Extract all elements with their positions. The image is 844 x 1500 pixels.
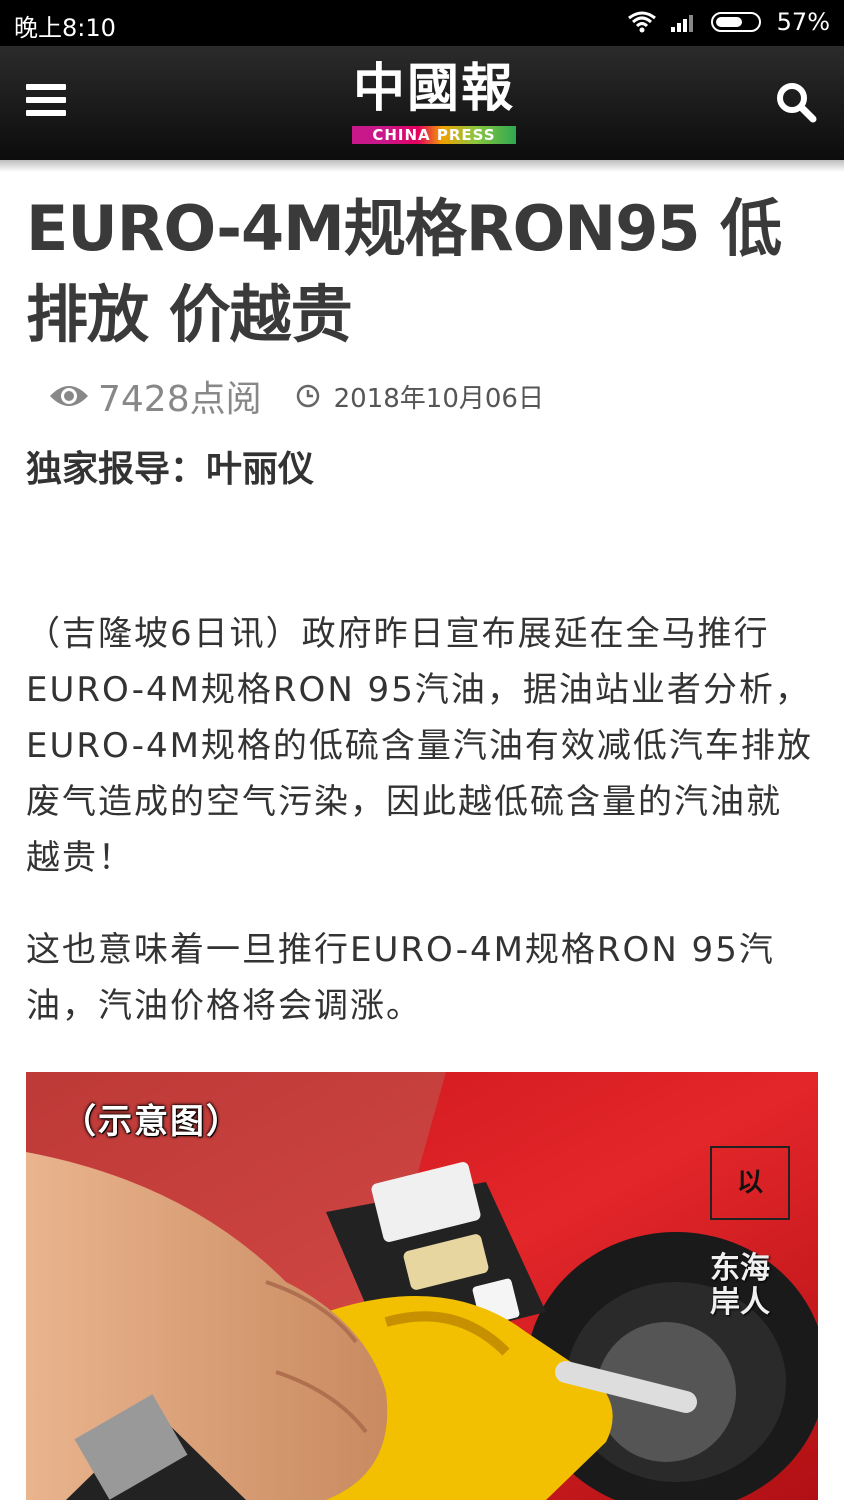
clock-icon — [296, 384, 319, 408]
article-image[interactable]: （示意图） 以 东海岸人 — [26, 1072, 818, 1500]
article-title: EURO-4M规格RON95 低排放 价越贵 — [26, 192, 782, 351]
battery-icon — [710, 12, 761, 32]
article-meta: 7428点阅 2018年10月06日 — [48, 370, 544, 422]
watermark-logo: 以 — [710, 1146, 790, 1220]
top-nav-bar: 中國報 CHINA PRESS — [0, 46, 844, 160]
article-paragraph: 这也意味着一旦推行EURO-4M规格RON 95汽油，汽油价格将会调涨。 — [26, 930, 775, 1026]
wifi-icon — [627, 11, 656, 33]
china-press-logo[interactable]: 中國報 CHINA PRESS — [350, 58, 518, 146]
header-shadow — [0, 160, 844, 172]
menu-icon[interactable] — [26, 84, 66, 120]
status-bar: 晚上8:10 57% — [0, 0, 844, 46]
byline: 独家报导：叶丽仪 — [26, 449, 315, 490]
logo-english-text: CHINA PRESS — [352, 126, 516, 144]
battery-percent: 57% — [776, 8, 830, 36]
publish-date: 2018年10月06日 — [333, 383, 544, 414]
status-time: 晚上8:10 — [14, 14, 116, 42]
logo-chinese-text: 中國報 — [352, 58, 515, 119]
article-paragraph: （吉隆坡6日讯）政府昨日宣布展延在全马推行EURO-4M规格RON 95汽油，据… — [26, 614, 813, 878]
search-icon[interactable] — [774, 80, 818, 124]
signal-icon — [670, 15, 693, 32]
eye-icon — [50, 386, 88, 406]
status-icons: 57% — [627, 8, 830, 36]
image-caption: （示意图） — [62, 1102, 242, 1142]
watermark-text: 东海岸人 — [710, 1251, 770, 1320]
view-count: 7428点阅 — [98, 379, 262, 420]
